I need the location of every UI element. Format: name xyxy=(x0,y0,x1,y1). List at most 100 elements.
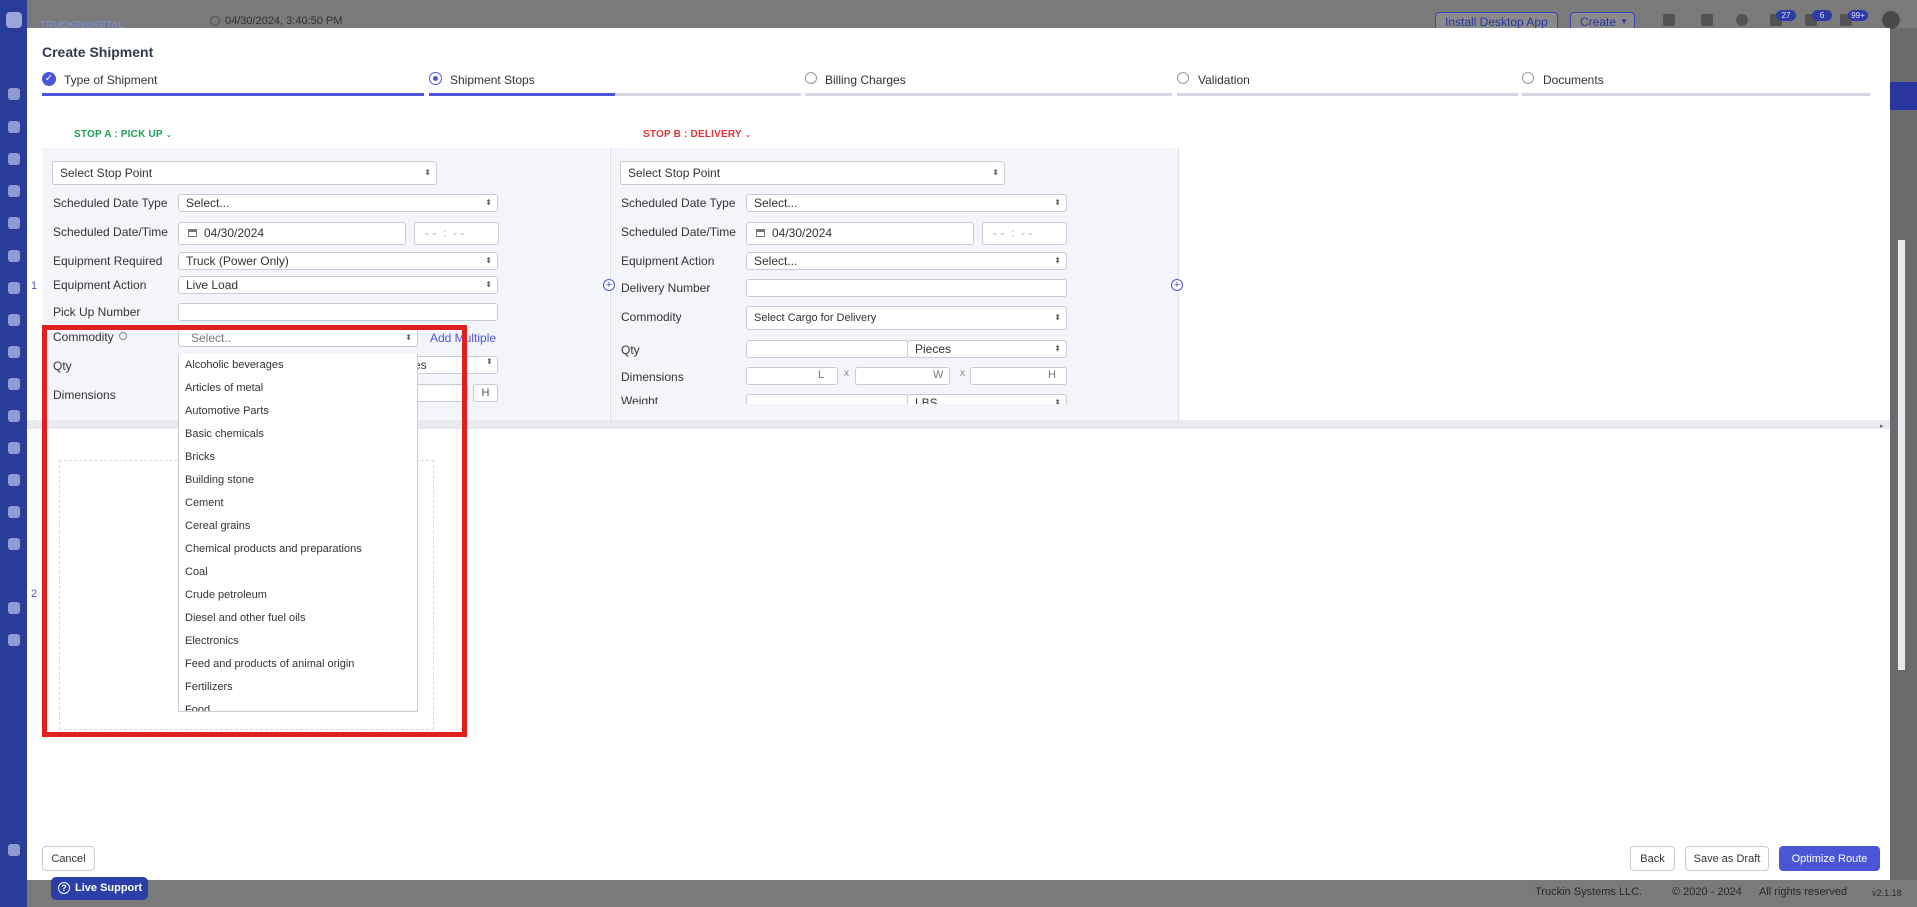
stop-a-equip-action-value: Live Load xyxy=(186,278,239,292)
check-icon: ✓ xyxy=(42,72,56,86)
step-validation[interactable]: Validation xyxy=(1198,73,1250,87)
stop-b-stop-point-select[interactable]: Select Stop Point ⬍ xyxy=(620,161,1005,185)
stop-b-qty-input[interactable] xyxy=(746,340,908,358)
gear-icon[interactable] xyxy=(8,844,20,856)
stop-b-time-input[interactable]: - - : - - xyxy=(982,222,1067,245)
team-icon[interactable] xyxy=(8,378,20,390)
dollar-icon[interactable] xyxy=(8,410,20,422)
stop-b-equip-action-label: Equipment Action xyxy=(621,254,715,268)
calendar-icon xyxy=(756,229,765,237)
document-icon[interactable] xyxy=(8,185,20,197)
stop-b-header[interactable]: STOP B : DELIVERY ⌄ xyxy=(643,129,752,140)
stop-b-date-input[interactable]: 04/30/2024 xyxy=(746,222,974,245)
stop-b-date-value: 04/30/2024 xyxy=(772,226,833,240)
vertical-scrollbar[interactable] xyxy=(1898,240,1905,670)
back-button[interactable]: Back xyxy=(1630,846,1675,871)
step-billing-charges[interactable]: Billing Charges xyxy=(825,73,906,87)
trailer-icon[interactable] xyxy=(8,282,20,294)
stop-b-dimensions-label: Dimensions xyxy=(621,370,684,384)
stop-b-dim-l-input[interactable] xyxy=(746,367,838,385)
step-documents[interactable]: Documents xyxy=(1543,73,1604,87)
footer-rights: All rights reserved xyxy=(1759,886,1848,898)
stop-b-commodity-label: Commodity xyxy=(621,310,682,324)
stop-a-date-value: 04/30/2024 xyxy=(204,226,265,240)
add-stop-plus-icon[interactable]: + xyxy=(1171,279,1183,291)
add-stop-plus-icon[interactable]: + xyxy=(603,279,615,291)
wrench-icon[interactable] xyxy=(8,506,20,518)
users-icon[interactable] xyxy=(8,153,20,165)
footer-version: v2.1.18 xyxy=(1872,888,1902,898)
stop-b-weight-row: Weight LBS ⬍ xyxy=(611,394,1178,404)
stop-a-time-input[interactable]: - - : - - xyxy=(414,222,499,245)
file-icon[interactable] xyxy=(8,474,20,486)
current-datetime: 04/30/2024, 3:40:50 PM xyxy=(225,15,343,27)
step-bar-5 xyxy=(1522,93,1870,96)
dashboard-icon[interactable] xyxy=(8,121,20,133)
save-as-draft-button[interactable]: Save as Draft xyxy=(1685,846,1769,871)
highlight-box xyxy=(42,325,467,737)
stop-a-sched-dt-label: Scheduled Date/Time xyxy=(53,225,168,239)
stop-b-qty-label: Qty xyxy=(621,343,640,357)
stop-b-weight-input[interactable] xyxy=(746,394,908,404)
stop-b-sched-type-select[interactable]: Select... ⬍ xyxy=(746,194,1067,212)
report-icon[interactable] xyxy=(8,602,20,614)
stop-b-time-hh: - - xyxy=(993,226,1005,240)
scroll-right-icon[interactable]: ▸ xyxy=(1880,422,1884,430)
stop-a-stop-point-select[interactable]: Select Stop Point ⬍ xyxy=(52,161,437,185)
route-icon[interactable] xyxy=(8,217,20,229)
radio-icon xyxy=(1177,72,1189,84)
chat-badge: 6 xyxy=(1812,10,1832,21)
chevron-down-icon: ⌄ xyxy=(165,130,173,139)
sort-caret-icon: ⬍ xyxy=(1054,398,1061,404)
live-support-button[interactable]: ? Live Support xyxy=(51,877,148,900)
stop-a-date-input[interactable]: 04/30/2024 xyxy=(178,222,406,245)
star-icon[interactable] xyxy=(8,88,20,100)
stop-a-sched-type-select[interactable]: Select... ⬍ xyxy=(178,194,498,212)
chevron-down-icon: ⌄ xyxy=(744,130,752,139)
stop-a-equip-req-select[interactable]: Truck (Power Only) ⬍ xyxy=(178,252,498,270)
stop-a-title: STOP A : PICK UP xyxy=(74,129,163,140)
notifications-badge: 99+ xyxy=(1848,10,1868,21)
step-bar-2-rest xyxy=(615,93,801,96)
step-shipment-stops[interactable]: Shipment Stops xyxy=(450,73,535,87)
list-icon[interactable] xyxy=(1701,14,1713,26)
step-type-of-shipment[interactable]: Type of Shipment xyxy=(64,73,157,87)
sort-caret-icon: ⬍ xyxy=(1054,313,1061,322)
step-bar-3 xyxy=(805,93,1172,96)
stop-b-commodity-value: Select Cargo for Delivery xyxy=(754,312,877,324)
sort-caret-icon: ⬍ xyxy=(485,280,492,289)
fuel-icon[interactable] xyxy=(8,538,20,550)
cube-icon[interactable] xyxy=(1663,14,1675,26)
sort-caret-icon: ⬍ xyxy=(1054,256,1061,265)
stop-b-dim-x1: x xyxy=(844,368,849,379)
stop-b-qty-unit-select[interactable]: Pieces ⬍ xyxy=(907,340,1067,358)
stop-b-weight-label: Weight xyxy=(621,394,659,404)
stop-b-weight-unit-value: LBS xyxy=(915,396,938,404)
stop-b-sched-type-value: Select... xyxy=(754,196,798,210)
avatar[interactable] xyxy=(1882,11,1900,29)
truck-icon[interactable] xyxy=(8,250,20,262)
sort-caret-icon: ⬍ xyxy=(992,168,999,177)
info-icon[interactable] xyxy=(1736,14,1748,26)
cancel-button[interactable]: Cancel xyxy=(42,846,95,871)
stop-b-sched-type-label: Scheduled Date Type xyxy=(621,196,736,210)
stop-b-equip-action-select[interactable]: Select... ⬍ xyxy=(746,252,1067,270)
footer-company: Truckin Systems LLC. xyxy=(1535,886,1643,898)
sort-caret-icon: ⬍ xyxy=(1054,344,1061,353)
book-icon[interactable] xyxy=(8,442,20,454)
stop-b-dim-l-unit: L xyxy=(818,369,825,381)
stop-a-stop-point-value: Select Stop Point xyxy=(60,166,153,180)
location-icon[interactable] xyxy=(8,346,20,358)
stop-a-equip-action-select[interactable]: Live Load ⬍ xyxy=(178,276,498,294)
card-icon[interactable] xyxy=(8,634,20,646)
stop-b-dim-x2: x xyxy=(960,368,965,379)
stop-b-weight-unit-select[interactable]: LBS ⬍ xyxy=(907,394,1067,404)
step-bar-1 xyxy=(42,93,424,96)
stop-a-sched-type-label: Scheduled Date Type xyxy=(53,196,168,210)
stop-b-commodity-select[interactable]: Select Cargo for Delivery ⬍ xyxy=(746,306,1067,330)
shield-icon[interactable] xyxy=(8,314,20,326)
stop-b-delivery-no-input[interactable] xyxy=(746,279,1067,297)
stop-a-pickup-no-input[interactable] xyxy=(178,303,498,321)
stop-a-header[interactable]: STOP A : PICK UP ⌄ xyxy=(74,129,172,140)
optimize-route-button[interactable]: Optimize Route xyxy=(1779,846,1880,871)
